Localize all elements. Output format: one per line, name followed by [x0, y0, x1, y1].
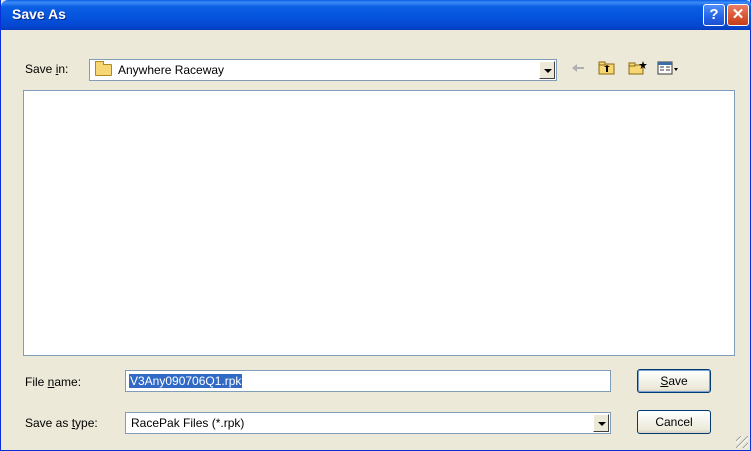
- new-folder-icon[interactable]: [627, 60, 649, 78]
- views-menu-icon[interactable]: [657, 60, 681, 78]
- save-type-dropdown-arrow[interactable]: [593, 414, 609, 432]
- save-as-dialog: Save As ? ✕ Save in: Anywhere Raceway Fi…: [0, 0, 751, 451]
- title-bar[interactable]: Save As ? ✕: [1, 0, 751, 30]
- file-name-value: V3Any090706Q1.rpk: [129, 374, 243, 388]
- save-in-value: Anywhere Raceway: [118, 63, 225, 77]
- save-type-value: RacePak Files (*.rpk): [131, 416, 245, 430]
- folder-icon: [95, 61, 112, 76]
- file-list[interactable]: [23, 90, 735, 356]
- save-in-dropdown-arrow[interactable]: [539, 61, 555, 79]
- save-type-label: Save as type:: [25, 416, 98, 430]
- up-folder-icon[interactable]: [597, 60, 617, 78]
- save-in-label: Save in:: [25, 62, 69, 76]
- file-name-input[interactable]: V3Any090706Q1.rpk: [125, 370, 611, 392]
- back-icon[interactable]: [569, 60, 587, 78]
- resize-grip[interactable]: [736, 436, 748, 448]
- save-type-combo[interactable]: RacePak Files (*.rpk): [125, 412, 611, 434]
- help-button[interactable]: ?: [703, 4, 725, 26]
- file-name-label: File name:: [25, 375, 82, 389]
- dialog-title: Save As: [12, 6, 66, 22]
- close-button[interactable]: ✕: [727, 4, 749, 26]
- save-in-combo[interactable]: Anywhere Raceway: [89, 59, 557, 81]
- save-button[interactable]: Save: [637, 369, 711, 393]
- cancel-button[interactable]: Cancel: [637, 410, 711, 434]
